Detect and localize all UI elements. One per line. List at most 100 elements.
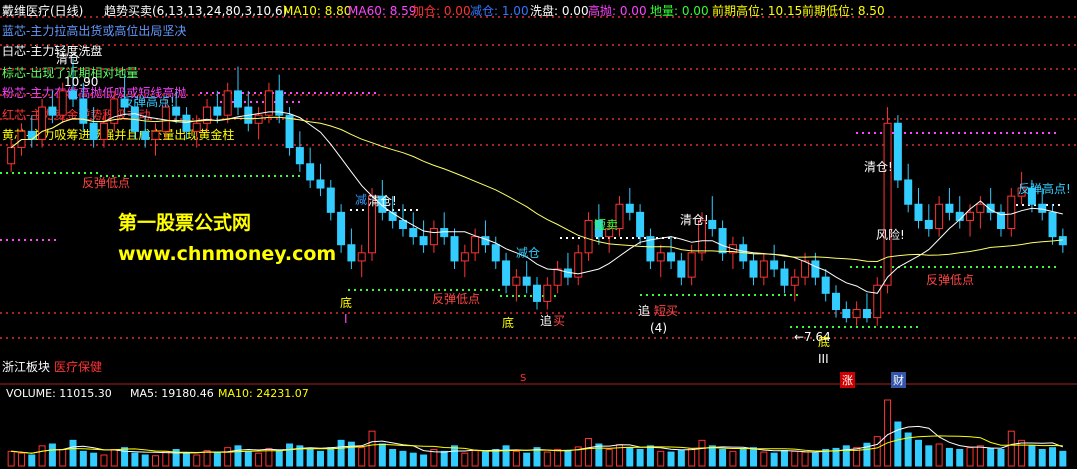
candle-body	[976, 203, 985, 213]
volume-bar	[873, 436, 881, 467]
candle-body	[337, 211, 346, 246]
volume-bar	[884, 399, 892, 467]
candle-body	[471, 236, 480, 254]
volume-bar	[564, 450, 572, 467]
candle-body	[316, 179, 325, 189]
volume-bar	[791, 450, 799, 467]
candle-body	[7, 147, 16, 165]
volume-value: MA10: 24231.07	[218, 387, 309, 400]
volume-bar	[327, 447, 335, 467]
volume-bar	[79, 450, 87, 467]
candle-body	[718, 228, 727, 254]
chart-annotation: 追	[540, 314, 553, 328]
candle-body	[460, 252, 469, 262]
candle-body	[667, 252, 676, 262]
volume-bar	[152, 455, 160, 467]
volume-bar	[7, 450, 15, 467]
candle-body	[656, 252, 665, 262]
volume-bar	[59, 449, 67, 467]
chart-annotation: 短买	[654, 304, 679, 318]
candle-body	[440, 228, 449, 238]
candle-body	[811, 260, 820, 278]
candle-body	[1038, 203, 1047, 213]
candle-body	[966, 211, 975, 221]
candle-body	[625, 203, 634, 213]
candle-body	[409, 228, 418, 238]
volume-bar	[677, 450, 685, 467]
candle-body	[770, 260, 779, 270]
event-marker-zhang[interactable]: 涨	[840, 372, 855, 388]
volume-bar	[1018, 439, 1026, 467]
volume-bar	[667, 451, 675, 467]
volume-bar	[554, 449, 562, 467]
volume-bar	[420, 454, 428, 467]
candle-body	[254, 114, 263, 124]
volume-bar	[275, 450, 283, 467]
candle-body	[192, 122, 201, 132]
candle-body	[398, 219, 407, 230]
volume-bar	[389, 449, 397, 467]
candle-body	[48, 106, 57, 116]
volume-bar	[626, 447, 634, 467]
volume-bar	[1007, 430, 1015, 467]
event-marker-s[interactable]: S	[520, 373, 526, 384]
volume-bar	[100, 454, 108, 467]
volume-bar	[925, 445, 933, 467]
volume-bar	[224, 447, 232, 467]
volume-bar	[492, 449, 500, 467]
volume-bar	[1028, 445, 1036, 467]
chart-annotation: 10.90	[64, 75, 99, 89]
chart-annotation: 减仓	[516, 246, 541, 260]
volume-bar	[585, 438, 593, 467]
volume-bar	[121, 447, 129, 467]
volume-bar	[481, 451, 489, 467]
volume-bar	[502, 445, 510, 467]
volume-bar	[17, 452, 25, 467]
volume-bar	[842, 445, 850, 467]
volume-bar	[987, 447, 995, 467]
candle-body	[904, 179, 913, 205]
volume-bar	[1049, 447, 1057, 467]
watermark-url: www.chnmoney.com	[118, 243, 337, 265]
candle-body	[584, 219, 593, 254]
candle-body	[326, 187, 335, 213]
volume-bar	[213, 451, 221, 467]
candle-body	[935, 203, 944, 230]
volume-bar	[698, 439, 706, 467]
candle-body	[790, 276, 799, 286]
volume-bar	[461, 452, 469, 467]
volume-bar	[956, 449, 964, 467]
volume-bar	[471, 450, 479, 467]
volume-bar	[203, 450, 211, 467]
volume-bar	[38, 445, 46, 467]
volume-bar	[966, 447, 974, 467]
candle-body	[429, 228, 438, 246]
candle-body	[491, 244, 500, 262]
volume-bar	[409, 452, 417, 467]
candle-body	[512, 276, 521, 286]
chart-annotation: 底	[818, 335, 831, 349]
chart-annotation: 追	[638, 304, 651, 318]
volume-bar	[378, 443, 386, 467]
chart-annotation: 底	[502, 316, 515, 330]
volume-bar	[523, 452, 531, 467]
candle-body	[38, 106, 47, 140]
candle-body	[945, 203, 954, 213]
candle-body	[285, 114, 294, 149]
candle-body	[749, 260, 758, 278]
candle-body	[636, 211, 645, 238]
chart-annotation: 底	[340, 296, 353, 310]
event-marker-cai[interactable]: 财	[891, 372, 906, 388]
candle-body	[450, 236, 459, 262]
sector-label: 浙江板块	[2, 360, 51, 374]
chart-annotation: 减	[355, 193, 368, 207]
volume-bar	[306, 449, 314, 467]
volume-bar	[688, 447, 696, 467]
chart-annotation: 反弹低点	[926, 273, 975, 287]
volume-bar	[110, 449, 118, 467]
volume-bar	[244, 450, 252, 467]
volume-bar	[255, 452, 263, 467]
chart-annotation: 反弹高点!	[122, 95, 175, 109]
volume-bar	[636, 449, 644, 467]
candle-body	[543, 284, 552, 302]
